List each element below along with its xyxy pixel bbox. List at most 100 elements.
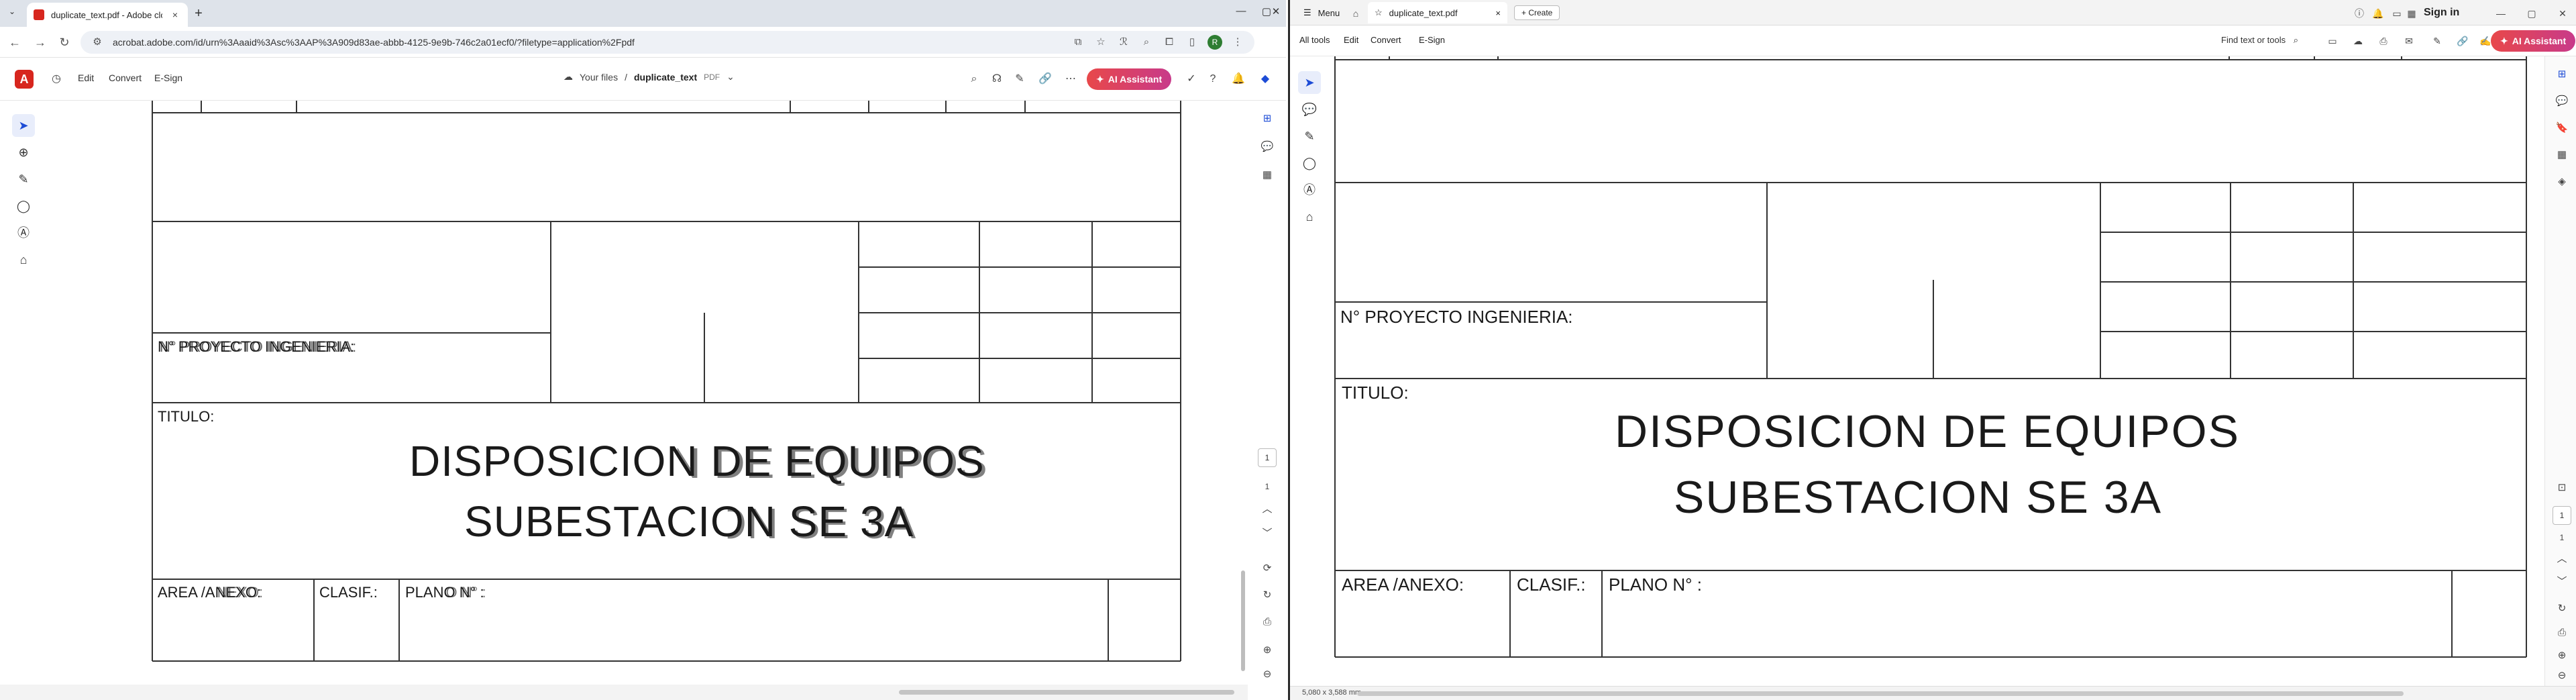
sidebar-icon[interactable]: ▯ bbox=[1185, 35, 1199, 50]
browser-menu-icon[interactable]: ⋮ bbox=[1230, 35, 1245, 50]
create-button[interactable]: + Create bbox=[1514, 5, 1560, 20]
edit-menu[interactable]: Edit bbox=[1344, 35, 1358, 45]
help-icon[interactable]: ? bbox=[1205, 71, 1221, 87]
esign-menu[interactable]: E-Sign bbox=[1419, 35, 1445, 45]
print-icon[interactable]: ⎙ bbox=[2377, 34, 2390, 48]
more-options-icon[interactable]: ⋯ bbox=[1063, 71, 1079, 87]
notifications-icon[interactable]: 🔔 bbox=[1230, 71, 1246, 87]
refresh-icon[interactable]: ↻ bbox=[1258, 587, 1276, 604]
tab-search-button[interactable]: ⌄ bbox=[4, 7, 20, 20]
draw-tool-icon[interactable]: ✎ bbox=[12, 168, 35, 191]
search-icon[interactable]: ⌕ bbox=[966, 71, 982, 87]
vertical-scrollbar[interactable] bbox=[1240, 101, 1246, 685]
page-up-icon[interactable]: ︿ bbox=[1258, 501, 1276, 518]
edit-menu[interactable]: Edit bbox=[78, 72, 94, 83]
organize-icon[interactable]: ⊞ bbox=[2553, 66, 2571, 83]
find-label[interactable]: Find text or tools bbox=[2221, 35, 2286, 45]
open-in-app-icon[interactable]: ⧉ bbox=[1071, 35, 1085, 50]
convert-menu[interactable]: Convert bbox=[109, 72, 142, 83]
rotate-icon[interactable]: ⟳ bbox=[1258, 560, 1276, 577]
horizontal-scroll-thumb[interactable] bbox=[1357, 691, 2404, 696]
convert-menu[interactable]: Convert bbox=[1371, 35, 1401, 45]
address-bar[interactable]: ⚙ acrobat.adobe.com/id/urn%3Aaaid%3Asc%3… bbox=[80, 31, 1254, 54]
zoom-out-icon[interactable]: ⊖ bbox=[1258, 666, 1276, 683]
browser-tab-duplicate-text[interactable]: duplicate_text.pdf - Adobe clo × bbox=[27, 3, 188, 27]
ai-assistant-button[interactable]: ✦ AI Assistant bbox=[2491, 30, 2576, 52]
close-document-tab-button[interactable]: × bbox=[1495, 8, 1501, 18]
reload-button[interactable]: ↻ bbox=[56, 34, 72, 50]
profile-avatar[interactable]: R bbox=[1208, 35, 1222, 50]
read-aloud-icon[interactable]: ☊ bbox=[989, 71, 1005, 87]
pdf-viewport[interactable]: N° PROYECTO INGENIERIA: N° PROYECTO INGE… bbox=[47, 101, 1248, 685]
page-up-icon[interactable]: ︿ bbox=[2553, 550, 2571, 568]
comments-panel-icon[interactable]: 💬 bbox=[1258, 138, 1276, 156]
bookmark-star-icon[interactable]: ☆ bbox=[1093, 35, 1108, 50]
thumbnails-icon[interactable]: ▦ bbox=[2553, 146, 2571, 164]
close-tab-button[interactable]: × bbox=[169, 9, 181, 21]
horizontal-scroll-thumb[interactable] bbox=[899, 690, 1234, 695]
zoom-in-icon[interactable]: ⊕ bbox=[1258, 642, 1276, 659]
all-tools-menu[interactable]: All tools bbox=[1299, 35, 1330, 45]
page-number[interactable]: 1 bbox=[2553, 506, 2571, 525]
upload-cloud-icon[interactable]: ☁ bbox=[2351, 34, 2365, 48]
lasso-tool-icon[interactable]: ◯ bbox=[1298, 152, 1321, 174]
find-text-or-tools[interactable]: Find text or tools ⌕ bbox=[2221, 35, 2298, 46]
page-down-icon[interactable]: ﹀ bbox=[2553, 573, 2571, 591]
link-icon[interactable]: 🔗 bbox=[1037, 71, 1053, 87]
draw-tool-icon[interactable]: ✎ bbox=[1298, 125, 1321, 148]
zoom-in-icon[interactable]: ⊕ bbox=[2553, 647, 2571, 664]
email-icon[interactable]: ✉ bbox=[2402, 34, 2416, 48]
esign-menu[interactable]: E-Sign bbox=[154, 72, 182, 83]
search-icon[interactable]: ⌕ bbox=[2294, 35, 2298, 45]
refresh-icon[interactable]: ↻ bbox=[2553, 600, 2571, 617]
text-tool-icon[interactable]: Ⓐ bbox=[1298, 179, 1321, 201]
pdf-viewport[interactable]: N° PROYECTO INGENIERIA: TITULO: DISPOSIC… bbox=[1330, 56, 2544, 687]
sign-in-button[interactable]: Sign in bbox=[2424, 7, 2459, 19]
extensions-icon[interactable]: ⧠ bbox=[1162, 35, 1177, 50]
breadcrumb-file[interactable]: duplicate_text bbox=[634, 72, 697, 83]
minimize-button[interactable]: — bbox=[1228, 5, 1254, 17]
apps-grid-icon[interactable]: ▦ bbox=[2405, 7, 2418, 20]
recent-icon[interactable]: ◷ bbox=[48, 71, 64, 87]
save-icon[interactable]: ⎙ bbox=[1258, 613, 1276, 631]
forward-button[interactable]: → bbox=[32, 34, 48, 50]
ai-assistant-button[interactable]: ✦ AI Assistant bbox=[1087, 68, 1172, 90]
comment-icon[interactable]: ✎ bbox=[2430, 34, 2444, 48]
breadcrumb-root[interactable]: Your files bbox=[580, 72, 618, 83]
address-url[interactable]: acrobat.adobe.com/id/urn%3Aaaid%3Asc%3AA… bbox=[113, 37, 1063, 48]
text-tool-icon[interactable]: Ⓐ bbox=[12, 221, 35, 244]
link-icon[interactable]: 🔗 bbox=[2456, 34, 2469, 48]
maximize-button[interactable]: ▢ bbox=[2522, 7, 2542, 20]
menu-button[interactable]: ☰ Menu bbox=[1297, 2, 1346, 23]
select-tool-icon[interactable]: ➤ bbox=[12, 114, 35, 137]
layers-icon[interactable]: ◈ bbox=[2553, 173, 2571, 191]
vertical-scroll-thumb[interactable] bbox=[1241, 570, 1245, 671]
apps-icon[interactable]: ◆ bbox=[1257, 71, 1273, 87]
messages-icon[interactable]: ▭ bbox=[2390, 7, 2404, 20]
stamp-tool-icon[interactable]: ⌂ bbox=[1298, 205, 1321, 228]
bookmarks-icon[interactable]: 🔖 bbox=[2553, 119, 2571, 137]
home-icon[interactable]: ⌂ bbox=[1349, 7, 1362, 20]
zoom-icon[interactable]: ⌕ bbox=[1139, 35, 1154, 50]
lasso-tool-icon[interactable]: ◯ bbox=[12, 195, 35, 217]
help-icon[interactable]: ⓘ bbox=[2353, 7, 2366, 20]
notifications-icon[interactable]: 🔔 bbox=[2371, 7, 2385, 20]
stamp-tool-icon[interactable]: ⌂ bbox=[12, 248, 35, 271]
organize-icon[interactable]: ⊞ bbox=[1258, 110, 1276, 128]
sign-icon[interactable]: ✍ bbox=[2479, 34, 2492, 48]
chevron-down-icon[interactable]: ⌄ bbox=[727, 71, 735, 83]
back-button[interactable]: ← bbox=[7, 34, 23, 50]
page-down-icon[interactable]: ﹀ bbox=[1258, 525, 1276, 542]
new-tab-button[interactable]: + bbox=[191, 6, 206, 21]
close-window-button[interactable]: ✕ bbox=[1268, 5, 1284, 17]
comment-icon[interactable]: ✎ bbox=[1012, 71, 1028, 87]
close-window-button[interactable]: ✕ bbox=[2553, 7, 2573, 20]
acrobat-logo[interactable]: A bbox=[15, 70, 34, 89]
acrobat-extension-icon[interactable]: ℛ bbox=[1116, 35, 1131, 50]
minimize-button[interactable]: — bbox=[2491, 7, 2511, 20]
document-tab[interactable]: ☆ duplicate_text.pdf × bbox=[1368, 2, 1507, 23]
select-tool-icon[interactable]: ➤ bbox=[1298, 71, 1321, 94]
add-comment-icon[interactable]: 💬 bbox=[1298, 98, 1321, 121]
fit-page-icon[interactable]: ⊡ bbox=[2553, 479, 2571, 497]
star-icon[interactable]: ☆ bbox=[1375, 7, 1383, 18]
